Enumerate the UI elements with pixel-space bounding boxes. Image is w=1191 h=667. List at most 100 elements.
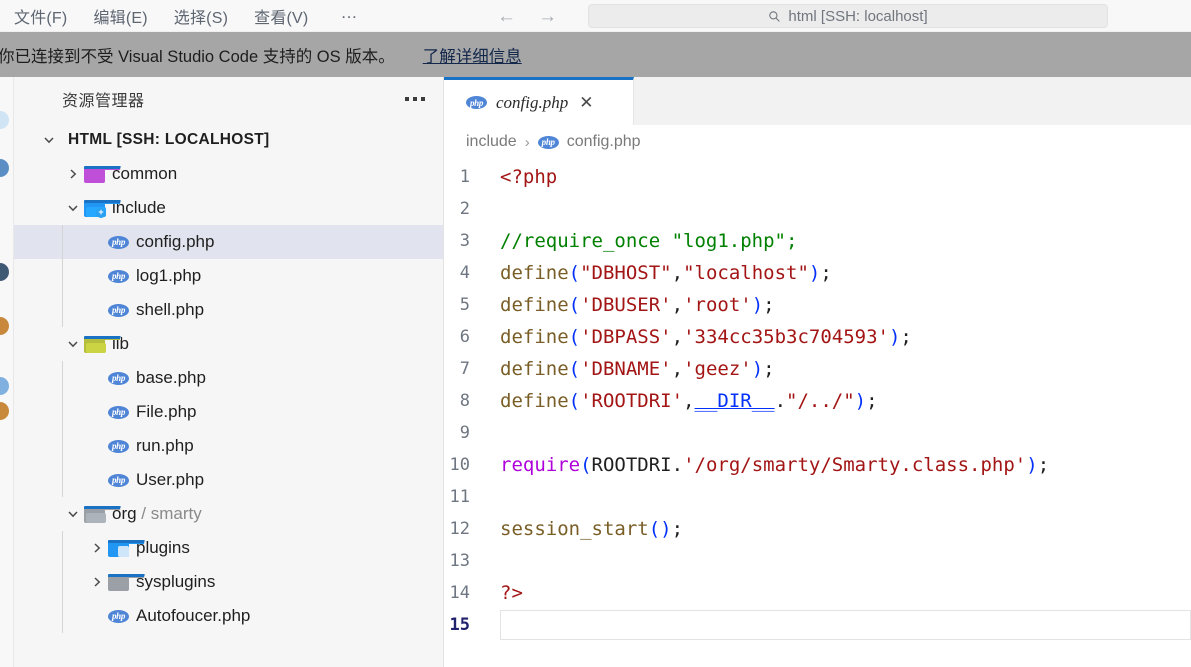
php-icon: php [108, 371, 134, 385]
breadcrumb-folder[interactable]: include [466, 133, 517, 151]
tree-indent-guide [62, 225, 63, 259]
menu-file[interactable]: 文件(F) [14, 4, 67, 28]
code-line[interactable]: 10 require(ROOTDRI.'/org/smarty/Smarty.cl… [444, 449, 1191, 481]
code-line[interactable]: 8 define('ROOTDRI',__DIR__."/../"); [444, 385, 1191, 417]
menu-bar: 文件(F) 编辑(E) 选择(S) 查看(V) … [0, 3, 359, 28]
code-line[interactable]: 14 ?> [444, 577, 1191, 609]
code-token: ( [568, 262, 581, 284]
menu-overflow-icon[interactable]: … [340, 3, 359, 28]
code-token: ) [888, 326, 901, 348]
code-line-text: define('DBNAME','geez'); [500, 358, 1191, 380]
php-icon: php [108, 269, 134, 283]
menu-view[interactable]: 查看(V) [254, 4, 308, 28]
code-line[interactable]: 5 define('DBUSER','root'); [444, 289, 1191, 321]
tree-indent-guide [62, 599, 63, 633]
code-line[interactable]: 6 define('DBPASS','334cc35b3c704593'); [444, 321, 1191, 353]
close-icon[interactable]: ✕ [579, 94, 593, 111]
code-line-text: //require_once "log1.php"; [500, 230, 1191, 252]
code-token: , [683, 390, 695, 412]
chevron-down-icon[interactable] [62, 202, 84, 214]
code-token: session_start [500, 518, 649, 540]
code-token: require [500, 454, 581, 476]
tree-item-sysplugins[interactable]: sysplugins [14, 565, 443, 599]
tree-item-config-php[interactable]: php config.php [14, 225, 443, 259]
code-line[interactable]: 12 session_start(); [444, 513, 1191, 545]
code-line[interactable]: 4 define("DBHOST","localhost"); [444, 257, 1191, 289]
code-token: ) [854, 390, 867, 412]
run-debug-icon[interactable] [0, 317, 9, 335]
forward-arrow-icon[interactable]: → [538, 7, 557, 26]
explorer-more-actions-icon[interactable] [403, 91, 427, 107]
tree-item-user-php[interactable]: php User.php [14, 463, 443, 497]
line-number: 3 [459, 231, 470, 251]
source-control-icon[interactable] [0, 263, 9, 281]
tree-item-include[interactable]: + include [14, 191, 443, 225]
back-arrow-icon[interactable]: ← [497, 7, 516, 26]
code-line[interactable]: 3 //require_once "log1.php"; [444, 225, 1191, 257]
code-line-text: <?php [500, 166, 1191, 188]
code-token: ) [751, 294, 764, 316]
tree-item-lib[interactable]: lib [14, 327, 443, 361]
title-bar: 文件(F) 编辑(E) 选择(S) 查看(V) … ← → html [SSH:… [0, 0, 1191, 32]
tree-item-label: sysplugins [136, 572, 216, 591]
chevron-down-icon[interactable] [38, 134, 60, 146]
tab-config-php[interactable]: php config.php ✕ [444, 77, 634, 125]
explorer-header: 资源管理器 [14, 77, 443, 121]
search-icon[interactable] [0, 159, 9, 177]
code-editor[interactable]: 1 <?php 2 3 //require_once "log1.php"; 4 defin… [444, 159, 1191, 667]
code-token: ; [900, 326, 912, 348]
line-number: 14 [449, 583, 470, 603]
code-token: ; [671, 518, 684, 540]
menu-edit[interactable]: 编辑(E) [93, 4, 147, 28]
command-center[interactable]: html [SSH: localhost] [588, 4, 1108, 28]
breadcrumb-file[interactable]: config.php [567, 133, 641, 151]
tree-item-autofoucer-php[interactable]: php Autofoucer.php [14, 599, 443, 633]
code-line[interactable]: 9 [444, 417, 1191, 449]
code-line[interactable]: 7 define('DBNAME','geez'); [444, 353, 1191, 385]
code-line-text [500, 610, 1191, 640]
remote-explorer-icon[interactable] [0, 402, 9, 420]
file-tree: HTML [SSH: LOCALHOST] common + include php c… [14, 121, 443, 667]
code-token: '334cc35b3c704593' [683, 326, 889, 348]
tree-item-plugins[interactable]: plugins [14, 531, 443, 565]
search-icon [769, 10, 781, 22]
code-token: , [671, 326, 684, 348]
banner-learn-more-link[interactable]: 了解详细信息 [423, 43, 522, 67]
code-token: define [500, 390, 569, 412]
code-token: define [500, 326, 569, 348]
tree-item-shell-php[interactable]: php shell.php [14, 293, 443, 327]
code-line[interactable]: 1 <?php [444, 161, 1191, 193]
tree-item-run-php[interactable]: php run.php [14, 429, 443, 463]
code-line[interactable]: 15 [444, 609, 1191, 641]
tree-item-label: File.php [136, 402, 197, 421]
code-line[interactable]: 13 [444, 545, 1191, 577]
chevron-right-icon[interactable] [86, 576, 108, 588]
menu-selection[interactable]: 选择(S) [174, 4, 228, 28]
tree-item-base-php[interactable]: php base.php [14, 361, 443, 395]
chevron-down-icon[interactable] [62, 508, 84, 520]
code-token: ; [1037, 454, 1050, 476]
code-token: ROOTDRI [591, 454, 672, 476]
code-line[interactable]: 11 [444, 481, 1191, 513]
folder-gray-icon [108, 573, 145, 591]
chevron-right-icon[interactable] [86, 542, 108, 554]
code-line[interactable]: 2 [444, 193, 1191, 225]
tree-item-common[interactable]: common [14, 157, 443, 191]
tree-item-org[interactable]: org / smarty [14, 497, 443, 531]
chevron-right-icon[interactable] [62, 168, 84, 180]
explorer-icon[interactable] [0, 111, 9, 129]
code-line-text: define('DBPASS','334cc35b3c704593'); [500, 326, 1191, 348]
code-token: define [500, 358, 569, 380]
tree-item-log1-php[interactable]: php log1.php [14, 259, 443, 293]
tree-root-html[interactable]: HTML [SSH: LOCALHOST] [14, 123, 443, 157]
line-number: 6 [459, 327, 470, 347]
folder-purple-icon [84, 165, 121, 183]
tree-indent-guide [62, 463, 63, 497]
extensions-icon[interactable] [0, 377, 9, 395]
chevron-down-icon[interactable] [62, 338, 84, 350]
line-number: 8 [459, 391, 470, 411]
tree-indent-guide [62, 429, 63, 463]
code-token: () [648, 518, 672, 540]
tree-item-label: org / smarty [112, 504, 202, 523]
tree-item-file-php[interactable]: php File.php [14, 395, 443, 429]
